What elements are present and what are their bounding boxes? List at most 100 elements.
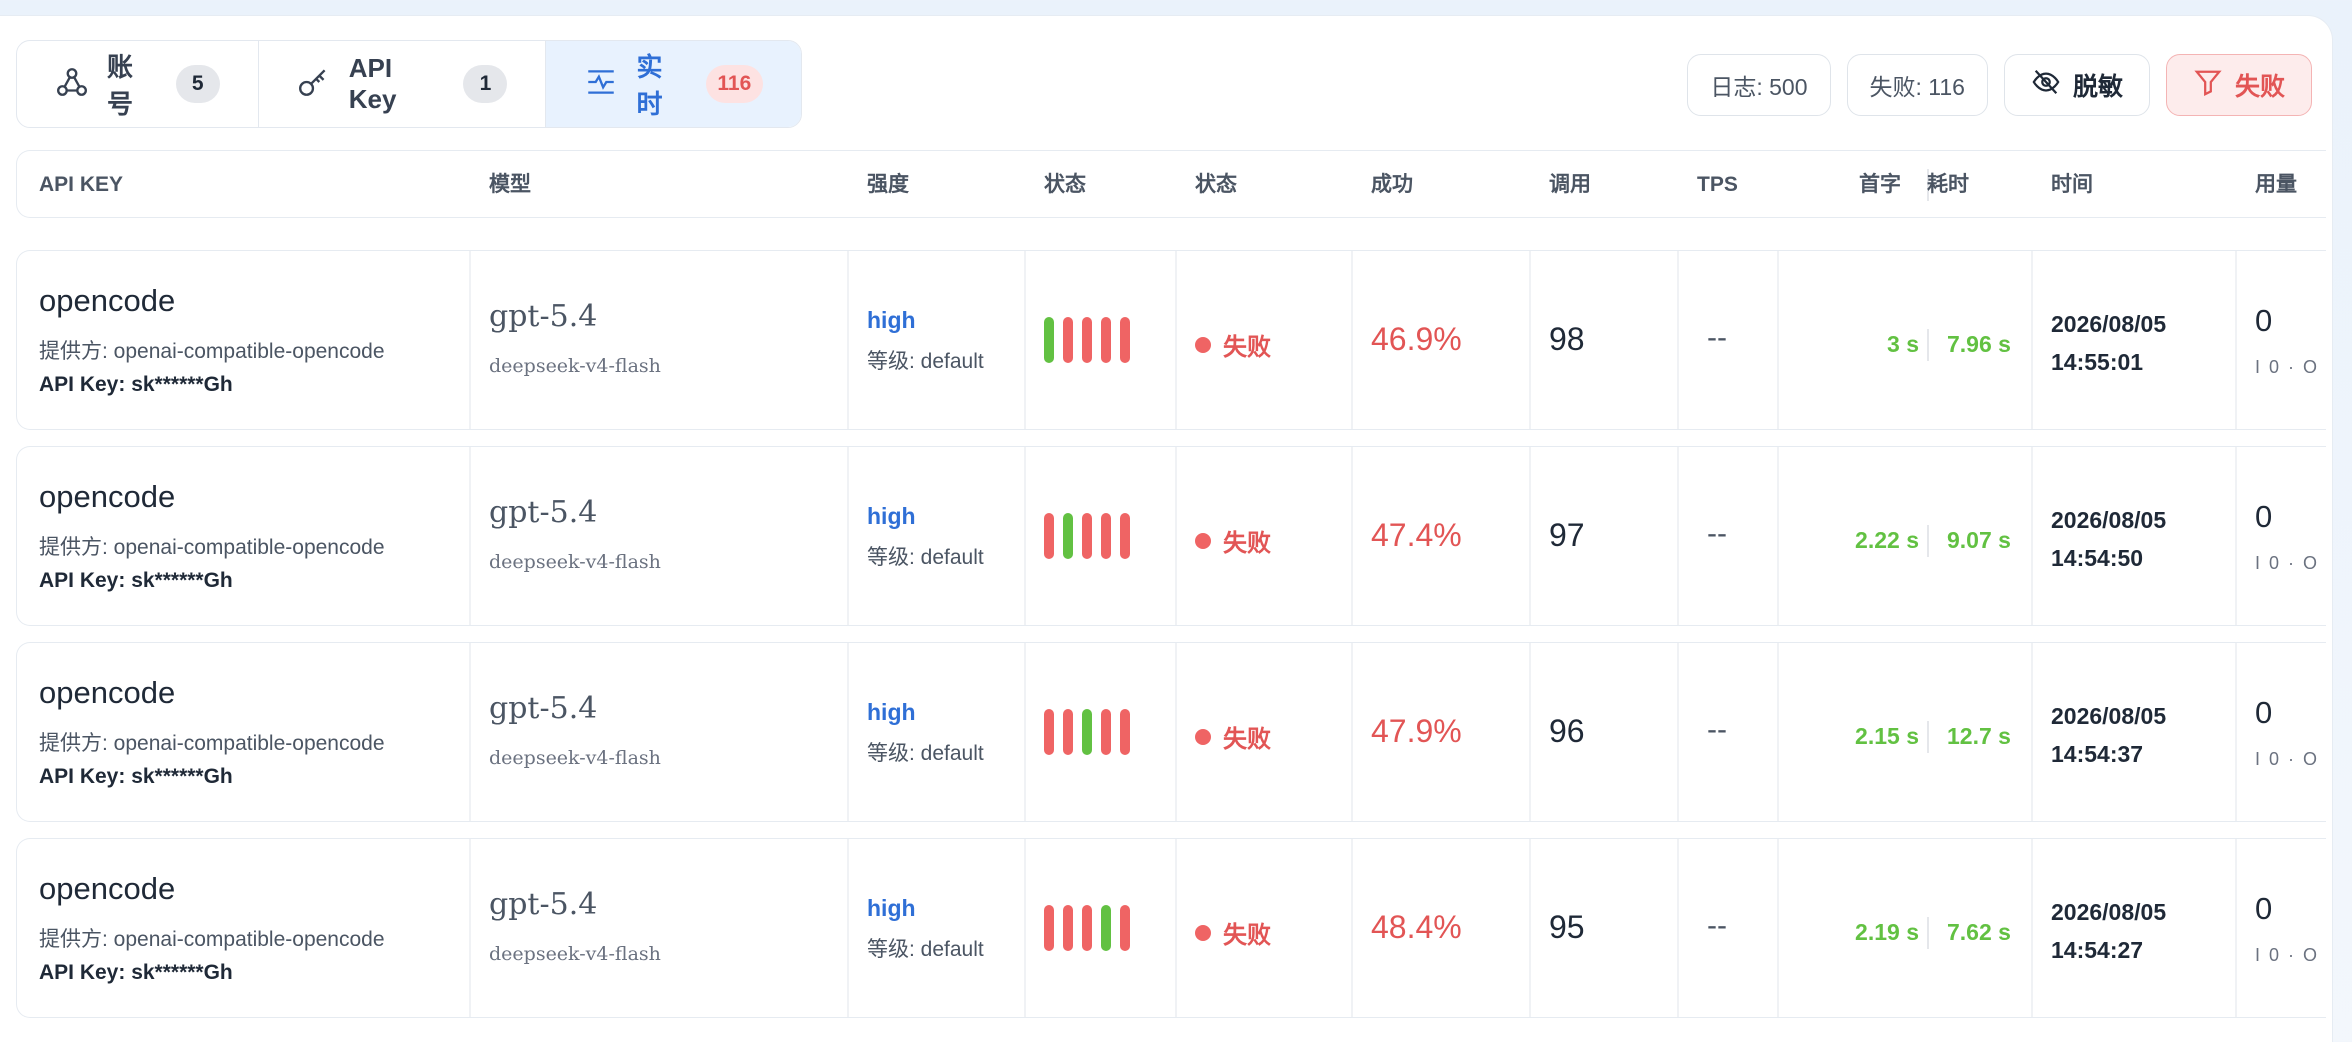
table-row[interactable]: opencode 提供方: openai-compatible-opencode… (16, 250, 2326, 430)
col-api-key[interactable]: API KEY (39, 151, 123, 219)
status-bar-failure (1082, 905, 1092, 951)
tps-value: -- (1707, 517, 1727, 550)
column-separator (1175, 643, 1177, 821)
fail-count-badge: 失败: 116 (1846, 54, 1988, 116)
duration-time: 7.96 s (1947, 331, 2011, 357)
status-bar-failure (1120, 317, 1130, 363)
success-rate: 48.4% (1371, 909, 1462, 945)
usage-breakdown: I 0 · O (2255, 357, 2320, 377)
tab-label: API Key (348, 53, 397, 114)
col-status-history[interactable]: 状态 (1044, 151, 1086, 219)
col-calls[interactable]: 调用 (1549, 151, 1591, 219)
model-name: gpt-5.4 (489, 691, 598, 726)
status-text: 失败 (1223, 726, 1271, 753)
column-separator (1677, 447, 1679, 625)
tab-bar: 账号 5 API Key 1 实时 116 (16, 40, 802, 128)
timestamp-date: 2026/08/05 (2051, 507, 2167, 533)
usage-breakdown: I 0 · O (2255, 945, 2320, 965)
column-separator (1024, 839, 1026, 1017)
col-model[interactable]: 模型 (489, 151, 531, 219)
col-duration[interactable]: 耗时 (1927, 151, 1969, 219)
column-separator (2031, 643, 2033, 821)
column-separator (1677, 251, 1679, 429)
column-separator (1777, 643, 1779, 821)
first-token-time: 3 s (1887, 331, 1919, 357)
success-rate: 46.9% (1371, 321, 1462, 357)
first-token-time: 2.15 s (1855, 723, 1919, 749)
tab-count-badge: 116 (705, 65, 763, 103)
table-row[interactable]: opencode 提供方: openai-compatible-opencode… (16, 838, 2326, 1018)
status-bar-failure (1082, 317, 1092, 363)
success-rate: 47.9% (1371, 713, 1462, 749)
filter-icon (2193, 67, 2223, 104)
tab-api-key[interactable]: API Key 1 (259, 41, 547, 127)
tab-accounts[interactable]: 账号 5 (17, 41, 259, 127)
tab-label: 实时 (636, 52, 663, 119)
tab-realtime[interactable]: 实时 116 (546, 41, 801, 127)
status-badge: 失败 (1195, 523, 1271, 558)
column-separator (1777, 251, 1779, 429)
time-divider (1927, 721, 1929, 753)
status-badge: 失败 (1195, 719, 1271, 754)
call-count: 98 (1549, 321, 1585, 357)
duration-time: 7.62 s (1947, 919, 2011, 945)
status-bar-success (1101, 905, 1111, 951)
usage-value: 0 (2255, 303, 2273, 338)
model-name: gpt-5.4 (489, 495, 598, 530)
col-strength[interactable]: 强度 (867, 151, 909, 219)
tab-count-badge: 5 (175, 65, 220, 103)
usage-value: 0 (2255, 695, 2273, 730)
column-separator (1024, 643, 1026, 821)
provider-text: 提供方: openai-compatible-opencode (39, 340, 385, 363)
table-row[interactable]: opencode 提供方: openai-compatible-opencode… (16, 446, 2326, 626)
column-separator (1529, 839, 1531, 1017)
model-name: gpt-5.4 (489, 887, 598, 922)
model-name: gpt-5.4 (489, 299, 598, 334)
status-history-bars (1044, 317, 1130, 363)
col-time[interactable]: 时间 (2051, 151, 2093, 219)
column-separator (1351, 251, 1353, 429)
tps-value: -- (1707, 713, 1727, 746)
timestamp-time: 14:54:27 (2051, 937, 2144, 963)
col-success[interactable]: 成功 (1371, 151, 1413, 219)
column-separator (2235, 447, 2237, 625)
key-name: opencode (39, 871, 176, 906)
upstream-model: deepseek-v4-flash (489, 355, 661, 377)
fail-filter-button[interactable]: 失败 (2165, 54, 2312, 116)
upstream-model: deepseek-v4-flash (489, 747, 661, 769)
column-separator (1529, 251, 1531, 429)
timestamp-date: 2026/08/05 (2051, 311, 2167, 337)
upstream-model: deepseek-v4-flash (489, 551, 661, 573)
col-usage[interactable]: 用量 (2255, 151, 2297, 219)
status-bar-failure (1044, 709, 1054, 755)
col-first-token[interactable]: 首字 (1859, 151, 1901, 219)
column-separator (1529, 447, 1531, 625)
tps-value: -- (1707, 909, 1727, 942)
strength-value: high (867, 895, 916, 921)
col-status[interactable]: 状态 (1195, 151, 1237, 219)
accounts-icon (55, 65, 89, 104)
first-token-time: 2.22 s (1855, 527, 1919, 553)
status-history-bars (1044, 513, 1130, 559)
api-key-text: API Key: sk******Gh (39, 961, 233, 984)
column-separator (1677, 643, 1679, 821)
mask-button[interactable]: 脱敏 (2003, 54, 2150, 116)
status-bar-failure (1101, 513, 1111, 559)
table-row[interactable]: opencode 提供方: openai-compatible-opencode… (16, 642, 2326, 822)
time-divider (1927, 917, 1929, 949)
toolbar: 账号 5 API Key 1 实时 116 日志: 500 失败: 116 脱敏… (16, 40, 2312, 128)
timestamp-time: 14:54:37 (2051, 741, 2144, 767)
status-bar-failure (1120, 709, 1130, 755)
status-bar-failure (1101, 709, 1111, 755)
column-separator (1024, 251, 1026, 429)
api-key-text: API Key: sk******Gh (39, 373, 233, 396)
column-separator (2235, 643, 2237, 821)
column-separator (1777, 839, 1779, 1017)
provider-text: 提供方: openai-compatible-opencode (39, 928, 385, 951)
strength-value: high (867, 503, 916, 529)
column-separator (1677, 839, 1679, 1017)
timestamp-time: 14:55:01 (2051, 349, 2144, 375)
status-bar-failure (1063, 905, 1073, 951)
column-separator (1777, 447, 1779, 625)
col-tps[interactable]: TPS (1697, 151, 1738, 219)
